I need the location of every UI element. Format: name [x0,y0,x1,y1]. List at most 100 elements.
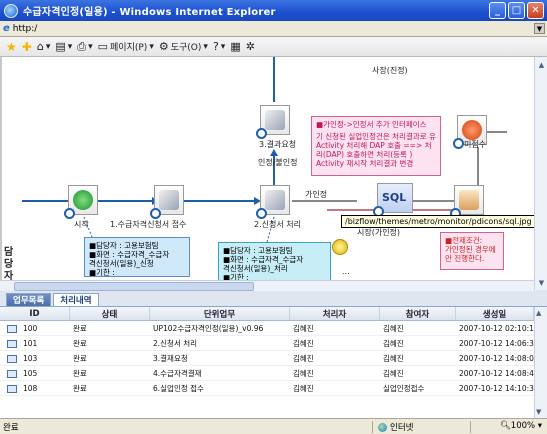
status-text: 완료 [3,422,19,433]
image-path-tooltip: /bizflow/themes/metro/monitor/pdicons/sq… [341,215,536,228]
row-task: 2.신청서 처리 [153,339,198,348]
maximize-button[interactable]: □ [508,2,525,19]
row-created: 2007-10-12 14:08:01 [459,354,534,363]
canvas-vertical-scrollbar[interactable]: ▲ ▼ [534,57,547,290]
row-status: 완료 [73,324,87,333]
table-row[interactable]: 100 완료 UP102수급자격인정(일용)_v0.96 김혜진 김혜진 200… [0,322,534,336]
row-created: 2007-10-12 14:06:32 [459,339,534,348]
application-node-label: 1.수급자격신청서 접수 [110,220,187,229]
condition-memo-line1: ■전제조건: [445,236,483,245]
assignee-memo-2-line3: 격신청서(일용)_처리 [223,264,288,273]
row-participant: 김혜진 [383,369,404,378]
page-icon-small: ▭ [97,40,109,53]
start-node[interactable] [64,185,98,219]
header-task[interactable]: 단위업무 [150,307,290,320]
gear-icon: ⚙ [158,40,169,53]
home-button[interactable]: ⌂ ▾ [37,40,51,53]
assignee-memo-2[interactable]: ■담당자 : 고용보험팀 ■화면 : 수급자격_수급자 격신청서(일용)_처리 … [218,242,331,284]
tab-task-list[interactable]: 업무목록 [6,293,52,306]
header-created[interactable]: 생성일 [456,307,534,320]
processing-node[interactable] [256,185,290,219]
application-node[interactable] [150,185,184,219]
scroll-down-icon[interactable]: ▼ [536,277,547,288]
canvas-horizontal-scrollbar[interactable] [0,280,534,291]
row-participant: 김혜진 [383,324,404,333]
assignee-memo-1-line2: ■화면 : 수급자격_수급자 [89,250,170,259]
table-row[interactable]: 101 완료 2.신청서 처리 김혜진 김혜진 2007-10-12 14:06… [0,337,534,351]
row-handler: 김혜진 [293,384,314,393]
lane-label: 담당자 [4,247,14,282]
tab-history[interactable]: 처리내역 [53,293,99,306]
address-input[interactable]: http:/ [13,24,38,34]
tools-menu[interactable]: ⚙ 도구(O) ▾ [159,40,208,53]
zoom-control[interactable]: 🔍︎100% ▾ [500,421,542,431]
row-id: 101 [23,339,38,348]
interface-memo-body: 기 신청된 실업인정건은 처리결과로 유 Activity 처리해 DAP 호출… [316,132,436,168]
horizontal-scroll-thumb[interactable] [14,282,254,291]
grid-vertical-scrollbar[interactable]: ▲ ▼ [534,307,547,418]
row-created: 2007-10-12 14:10:39 [459,384,534,393]
help-icon: ? [212,40,219,53]
condition-memo[interactable]: ■전제조건: 가인정된 경우에 만 진행한다. [440,232,504,270]
start-node-label: 시작 [74,220,89,229]
row-created: 2007-10-12 02:10:12 [459,324,534,333]
row-handler: 김혜진 [293,354,314,363]
workflow-canvas[interactable]: 시작 1.수급자격신청서 접수 2.신청서 처리 3.결과요청 인정/불인정 S… [0,57,547,290]
row-task: 6.실업인정 접수 [153,384,204,393]
sql-node[interactable]: SQL [373,183,413,217]
address-bar[interactable]: e http:/ ▼ [0,21,547,37]
assignee-memo-1[interactable]: ■담당자 : 고용보험팀 ■화면 : 수급자격_수급자 격신청서(일용)_신청 … [84,237,190,277]
page-menu[interactable]: ▭ 페이지(P) ▾ [98,40,154,53]
print-icon: ⎙ [77,39,87,53]
request-node-sublabel: 인정/불인정 [258,158,298,167]
close-button[interactable]: ✕ [527,2,544,19]
row-id: 105 [23,369,38,378]
notification-node[interactable] [450,185,484,219]
research-button[interactable]: ▦ [230,40,240,53]
request-node[interactable] [256,105,290,139]
feeds-button[interactable]: ▤ ▾ [55,40,72,53]
help-button[interactable]: ? ▾ [213,40,225,53]
row-status: 완료 [73,354,87,363]
row-id: 103 [23,354,38,363]
minimize-button[interactable]: _ [489,2,506,19]
assignee-memo-1-line3: 격신청서(일용)_신청 [89,259,154,268]
task-icon [7,324,17,333]
row-handler: 김혜진 [293,369,314,378]
magnifier-icon: 🔍︎ [500,421,511,431]
row-id: 108 [23,384,38,393]
favorites-star-icon[interactable]: ★ [6,40,17,54]
messenger-button[interactable]: ✲ [246,40,255,53]
row-status: 완료 [73,369,87,378]
grid-scroll-down-icon[interactable]: ▼ [536,408,541,416]
address-dropdown-icon[interactable]: ▼ [534,23,545,34]
condition-memo-line3: 만 진행한다. [445,254,485,263]
task-icon [7,339,17,348]
status-bar: 완료 인터넷 🔍︎100% ▾ [0,418,547,434]
lightbulb-icon[interactable] [332,239,348,255]
interface-memo-title: ■가인정->인정서 추가 인터페이스 [316,120,427,129]
grid-header: ID 상태 단위업무 처리자 참여자 생성일 [0,307,534,321]
table-row[interactable]: 105 완료 4.수급자격결재 김혜진 김혜진 2007-10-12 14:08… [0,367,534,381]
add-favorites-icon[interactable]: ✚ [22,40,32,54]
print-button[interactable]: ⎙ ▾ [77,40,92,54]
title-bar: 수급자격인정(일용) - Windows Internet Explorer _… [0,0,547,21]
grid-scroll-up-icon[interactable]: ▲ [536,309,541,317]
header-handler[interactable]: 처리자 [290,307,380,320]
table-row[interactable]: 103 완료 3.결재요청 김혜진 김혜진 2007-10-12 14:08:0… [0,352,534,366]
tools-menu-label: 도구(O) [170,43,202,53]
header-participant[interactable]: 참여자 [380,307,456,320]
zone-label: 인터넷 [390,423,414,433]
condition-memo-line2: 가인정된 경우에 [445,245,496,254]
interface-memo[interactable]: ■가인정->인정서 추가 인터페이스 기 신청된 실업인정건은 처리결과로 유 … [311,116,441,176]
row-status: 완료 [73,384,87,393]
scroll-up-icon[interactable]: ▲ [536,59,547,70]
header-status[interactable]: 상태 [70,307,150,320]
unpaid-node-label: 미접수 [464,140,487,149]
edge-label-provisional: 가인정 [305,190,328,199]
header-id[interactable]: ID [0,307,70,320]
row-task: 4.수급자격결재 [153,369,202,378]
table-row[interactable]: 108 완료 6.실업인정 접수 김혜진 실업인정접수 2007-10-12 1… [0,382,534,396]
row-task: 3.결재요청 [153,354,188,363]
page-menu-label: 페이지(P) [110,43,148,53]
